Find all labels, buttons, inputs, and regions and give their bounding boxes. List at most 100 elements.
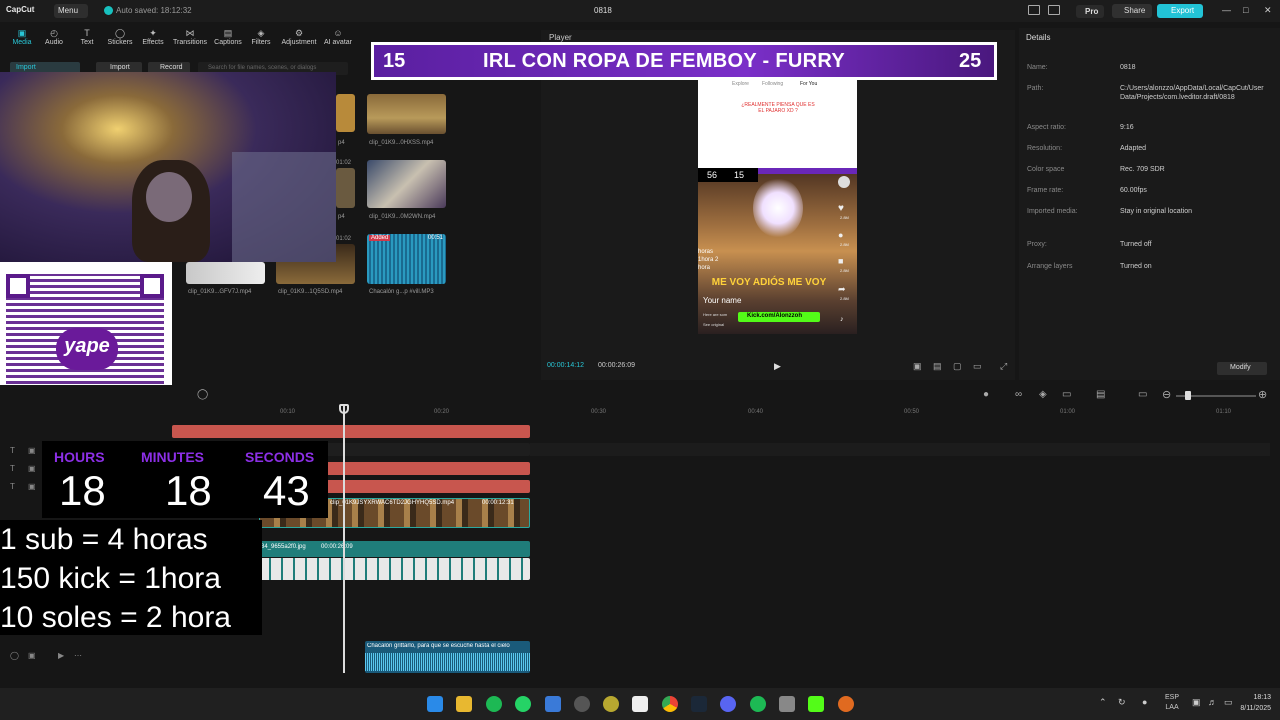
minecraft-icon[interactable] — [808, 696, 824, 712]
zoom-out-icon[interactable]: ⊖ — [1162, 388, 1171, 401]
tool-captions[interactable]: ▤ Captions — [212, 28, 244, 46]
modify-button[interactable]: Modify — [1217, 362, 1267, 375]
tool-effects[interactable]: ✦ Effects — [140, 28, 166, 46]
tool-audio[interactable]: ◴ Audio — [40, 28, 68, 46]
link-icon[interactable]: ∞ — [1015, 389, 1022, 400]
file-explorer-icon[interactable] — [456, 696, 472, 712]
detail-key: Imported media: — [1027, 208, 1078, 215]
language-indicator[interactable]: ESP LAA — [1165, 693, 1179, 713]
microphone-icon[interactable]: ● — [983, 389, 989, 400]
media-thumb-5[interactable] — [186, 262, 265, 284]
heart-icon: ♥ — [838, 203, 844, 214]
tool-text[interactable]: T Text — [74, 28, 100, 46]
more-icon[interactable]: ⋯ — [74, 651, 82, 660]
player-preview[interactable]: Explore Following For You ¿REALMENTE PIE… — [698, 78, 857, 334]
filters-icon: ◈ — [257, 28, 265, 38]
shortcut-icon[interactable] — [1048, 5, 1060, 15]
mini-banner-purple — [758, 168, 857, 174]
marker-icon[interactable]: ◯ — [197, 389, 208, 400]
media-thumb-3[interactable] — [336, 168, 355, 208]
ruler-tick: 00:20 — [434, 409, 450, 415]
tool-ai-avatar[interactable]: ☺ AI avatar — [322, 28, 354, 46]
app-icon[interactable] — [603, 696, 619, 712]
calculator-icon[interactable] — [779, 696, 795, 712]
playhead[interactable] — [343, 405, 345, 673]
time-total: 00:00:26:09 — [598, 362, 635, 369]
tool-adjustment[interactable]: ⚙ Adjustment — [279, 28, 319, 46]
text-icon: T — [84, 28, 90, 38]
tool-stickers[interactable]: ◯ Stickers — [104, 28, 136, 46]
lock-icon[interactable]: ▣ — [28, 651, 36, 660]
snap-icon[interactable]: ◈ — [1039, 389, 1047, 400]
image-clip-thumbs[interactable] — [259, 558, 530, 580]
detail-key: Color space — [1027, 166, 1065, 173]
chair — [232, 152, 336, 262]
spotify-icon[interactable] — [486, 696, 502, 712]
audio-track-icon: ◯ — [10, 651, 19, 660]
light-glow — [753, 178, 803, 238]
quality-icon[interactable]: ▭ — [973, 361, 982, 372]
media-thumb-4[interactable] — [367, 160, 446, 208]
tiktok-caption: ¿REALMENTE PIENSA QUE ES EL PAJARO XD ? — [741, 102, 815, 114]
detail-value: C:/Users/alonzzo/AppData/Local/CapCut/Us… — [1120, 85, 1264, 101]
tool-filters[interactable]: ◈ Filters — [248, 28, 274, 46]
zoom-slider-handle[interactable] — [1185, 391, 1191, 400]
lock-icon[interactable]: ▣ — [28, 464, 36, 473]
playhead-handle[interactable] — [339, 404, 349, 414]
export-button[interactable]: Export — [1157, 4, 1203, 18]
chevron-up-icon[interactable]: ⌃ — [1099, 697, 1107, 708]
your-name-label: Your name — [703, 296, 742, 305]
zoom-icon[interactable]: ▢ — [953, 361, 962, 372]
menu-button[interactable]: Menu — [54, 4, 88, 18]
tool-transitions[interactable]: ⋈ Transitions — [170, 28, 210, 46]
tool-media[interactable]: ▣ Media — [8, 28, 36, 46]
mute-icon[interactable]: ▶ — [58, 651, 64, 660]
chrome-icon[interactable] — [662, 696, 678, 712]
media-duration: 01:02 — [336, 160, 352, 166]
discord-icon[interactable] — [720, 696, 736, 712]
pro-button[interactable]: Pro — [1076, 5, 1104, 18]
close-icon[interactable]: ✕ — [1264, 5, 1272, 16]
layout-icon[interactable] — [1028, 5, 1040, 15]
app-icon[interactable] — [838, 696, 854, 712]
crop-icon[interactable]: ▣ — [913, 361, 922, 372]
sync-icon[interactable]: ↻ — [1118, 697, 1126, 708]
share-arrow-icon: ➦ — [838, 284, 846, 294]
track-icon[interactable]: ▤ — [1096, 389, 1105, 400]
windows-start-icon[interactable] — [427, 696, 443, 712]
capcut-icon[interactable] — [632, 696, 648, 712]
share-button[interactable]: Share — [1112, 4, 1152, 18]
media-label: clip_01K9...0M2WN.mp4 — [369, 214, 436, 220]
text-clip[interactable] — [172, 425, 530, 438]
lock-icon[interactable]: ▣ — [28, 446, 36, 455]
media-thumb-1[interactable] — [336, 94, 355, 132]
image-clip[interactable]: 84_9655a2f0.jpg 00:00:26:09 — [259, 541, 530, 557]
preview-axis-icon[interactable]: ▭ — [1062, 389, 1071, 400]
photos-icon[interactable] — [545, 696, 561, 712]
detail-key: Path: — [1027, 85, 1044, 92]
whatsapp-icon[interactable] — [515, 696, 531, 712]
detail-key: Name: — [1027, 64, 1048, 71]
big-caption: ME VOY ADIÓS ME VOY — [711, 277, 827, 288]
media-label: clip_01K9...GFV7J.mp4 — [188, 289, 252, 295]
clock[interactable]: 18:13 8/11/2025 — [1221, 692, 1271, 714]
play-icon[interactable]: ▶ — [774, 361, 781, 372]
steam-icon[interactable] — [691, 696, 707, 712]
network-icon[interactable]: ▣ — [1192, 697, 1201, 708]
mic-tray-icon[interactable]: ● — [1142, 697, 1147, 707]
fit-icon[interactable]: ▭ — [1138, 389, 1147, 400]
audio-clip[interactable]: Chacalón grittarlo, para que se escuche … — [365, 641, 530, 673]
volume-icon[interactable]: ♬ — [1208, 697, 1217, 707]
zoom-in-icon[interactable]: ⊕ — [1258, 388, 1267, 401]
media-thumb-2[interactable] — [367, 94, 446, 134]
minimize-icon[interactable]: — — [1222, 5, 1231, 15]
xbox-icon[interactable] — [750, 696, 766, 712]
obs-icon[interactable] — [574, 696, 590, 712]
ratio-icon[interactable]: ▤ — [933, 361, 942, 372]
fullscreen-icon[interactable]: ⤢ — [1000, 361, 1007, 372]
banner-right-number: 25 — [959, 50, 982, 72]
media-thumb-audio[interactable] — [367, 234, 446, 284]
maximize-icon[interactable]: □ — [1243, 5, 1248, 15]
detail-value: Rec. 709 SDR — [1120, 166, 1165, 173]
lock-icon[interactable]: ▣ — [28, 482, 36, 491]
